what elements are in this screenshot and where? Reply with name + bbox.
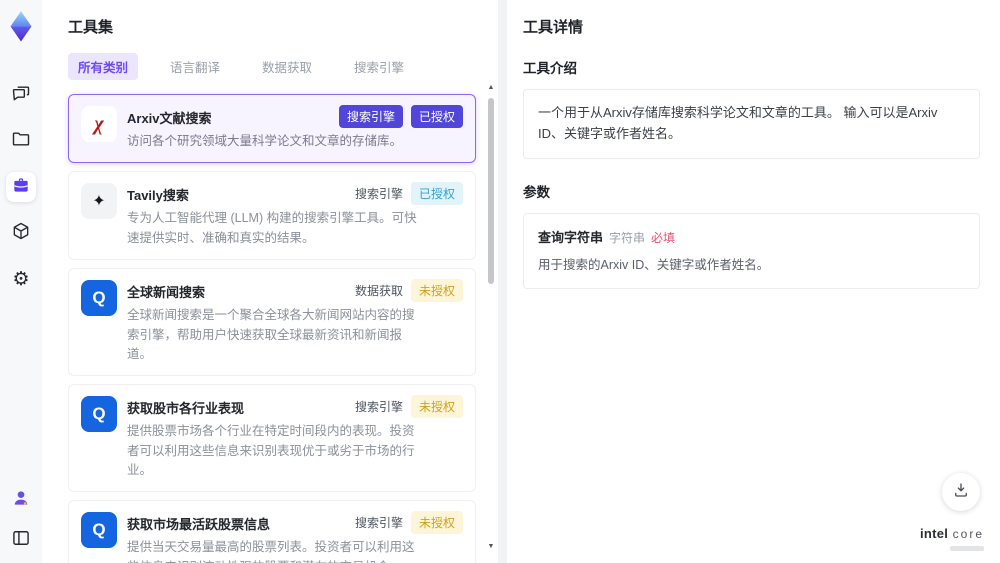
param-row: 查询字符串 字符串 必填 用于搜索的Arxiv ID、关键字或作者姓名。 bbox=[538, 227, 965, 275]
gear-icon: ⚙ bbox=[12, 268, 30, 290]
tool-list-panel: 工具集 所有类别 语言翻译 数据获取 搜索引擎 χ Arxiv文献搜索 访问各个研究领… bbox=[42, 0, 498, 563]
list-scrollbar[interactable]: ▲ ▼ bbox=[486, 84, 496, 556]
tool-auth-badge: 已授权 bbox=[410, 105, 463, 128]
intro-card: 一个用于从Arxiv存储库搜索科学论文和文章的工具。 输入可以是Arxiv ID… bbox=[523, 89, 980, 159]
tool-category-badge: 搜索引擎 bbox=[338, 105, 403, 128]
panel-layout-icon bbox=[11, 528, 31, 553]
intro-text: 一个用于从Arxiv存储库搜索科学论文和文章的工具。 输入可以是Arxiv ID… bbox=[538, 105, 938, 141]
briefcase-icon bbox=[11, 175, 31, 200]
params-card: 查询字符串 字符串 必填 用于搜索的Arxiv ID、关键字或作者姓名。 bbox=[523, 212, 980, 289]
tool-description: 访问各个研究领域大量科学论文和文章的存储库。 bbox=[127, 134, 403, 148]
sidebar-item-settings[interactable]: ⚙ bbox=[6, 264, 36, 294]
tool-description: 提供当天交易量最高的股票列表。投资者可以利用这些信息来识别流动性强的股票和潜在的… bbox=[127, 540, 415, 563]
tool-category-badge: 搜索引擎 bbox=[354, 400, 403, 415]
user-icon bbox=[11, 488, 31, 513]
tool-icon: Q bbox=[81, 512, 117, 549]
download-button[interactable] bbox=[942, 473, 980, 511]
param-type: 字符串 bbox=[609, 230, 646, 245]
brand-intel-text: intel bbox=[919, 526, 949, 542]
param-name: 查询字符串 bbox=[538, 229, 604, 245]
sidebar-item-models[interactable] bbox=[6, 218, 36, 248]
page-title: 工具集 bbox=[68, 19, 114, 36]
brand-badge-bar bbox=[950, 546, 984, 551]
nav-rail: ⚙ bbox=[0, 0, 42, 563]
tool-category-badge: 数据获取 bbox=[354, 284, 403, 299]
scroll-up-arrow-icon[interactable]: ▲ bbox=[486, 84, 496, 91]
app-logo-icon bbox=[7, 10, 35, 42]
intro-heading: 工具介绍 bbox=[523, 61, 577, 76]
tool-icon: χ bbox=[81, 106, 117, 142]
category-tab[interactable]: 语言翻译 bbox=[160, 53, 230, 80]
category-tabs: 所有类别 语言翻译 数据获取 搜索引擎 bbox=[68, 53, 484, 80]
sidebar-item-tools[interactable] bbox=[6, 172, 36, 202]
app-window: ⚙ 工具集 所有类别 语言翻译 数据获取 搜索引擎 χ Arxiv文献搜索 访问… bbox=[0, 0, 1000, 563]
tool-card[interactable]: Q 获取市场最活跃股票信息 提供当天交易量最高的股票列表。投资者可以利用这些信息… bbox=[68, 500, 476, 563]
detail-title: 工具详情 bbox=[523, 19, 584, 36]
tool-icon: Q bbox=[81, 396, 117, 433]
tool-category-badge: 搜索引擎 bbox=[354, 187, 403, 202]
tool-description: 提供股票市场各个行业在特定时间段内的表现。投资者可以利用这些信息来识别表现优于或… bbox=[127, 424, 415, 477]
tool-badges: 搜索引擎 未授权 bbox=[354, 511, 463, 535]
sidebar-item-files[interactable] bbox=[6, 126, 36, 156]
tool-list: χ Arxiv文献搜索 访问各个研究领域大量科学论文和文章的存储库。 搜索引擎 … bbox=[68, 94, 484, 563]
intel-core-logo: intel core bbox=[920, 525, 984, 551]
param-list: 查询字符串 字符串 必填 用于搜索的Arxiv ID、关键字或作者姓名。 bbox=[538, 227, 965, 275]
param-description: 用于搜索的Arxiv ID、关键字或作者姓名。 bbox=[538, 257, 770, 272]
brand-core-text: core bbox=[952, 527, 984, 542]
tool-description: 全球新闻搜索是一个聚合全球各大新闻网站内容的搜索引擎，帮助用户快速获取全球最新资… bbox=[127, 308, 415, 361]
params-heading: 参数 bbox=[523, 184, 550, 200]
folder-icon bbox=[11, 129, 31, 154]
scroll-down-arrow-icon[interactable]: ▼ bbox=[486, 543, 496, 550]
tool-badges: 搜索引擎 已授权 bbox=[338, 105, 463, 128]
tool-auth-badge: 未授权 bbox=[410, 511, 463, 535]
tool-card[interactable]: ✦ Tavily搜索 专为人工智能代理 (LLM) 构建的搜索引擎工具。可快速提… bbox=[68, 171, 476, 261]
tool-detail-panel: 工具详情 工具介绍 一个用于从Arxiv存储库搜索科学论文和文章的工具。 输入可… bbox=[507, 0, 1000, 563]
tool-badges: 搜索引擎 已授权 bbox=[354, 182, 463, 206]
scrollbar-thumb[interactable] bbox=[488, 98, 494, 284]
tool-auth-badge: 未授权 bbox=[410, 395, 463, 419]
tool-badges: 数据获取 未授权 bbox=[354, 279, 463, 303]
nav-rail-bottom bbox=[0, 485, 42, 555]
sidebar-item-collapse[interactable] bbox=[6, 525, 36, 555]
download-icon bbox=[952, 481, 970, 504]
cube-icon bbox=[11, 221, 31, 246]
tool-icon: Q bbox=[81, 280, 117, 317]
tool-auth-badge: 已授权 bbox=[410, 182, 463, 206]
category-tab[interactable]: 所有类别 bbox=[68, 53, 139, 80]
sidebar-item-chat[interactable] bbox=[6, 80, 36, 110]
tool-card[interactable]: χ Arxiv文献搜索 访问各个研究领域大量科学论文和文章的存储库。 搜索引擎 … bbox=[68, 94, 476, 164]
sidebar-item-account[interactable] bbox=[6, 485, 36, 515]
category-tab[interactable]: 数据获取 bbox=[252, 53, 322, 80]
tool-auth-badge: 未授权 bbox=[410, 279, 463, 303]
tool-card[interactable]: Q 获取股市各行业表现 提供股票市场各个行业在特定时间段内的表现。投资者可以利用… bbox=[68, 384, 476, 493]
param-required-badge: 必填 bbox=[651, 230, 676, 245]
tool-category-badge: 搜索引擎 bbox=[354, 516, 403, 531]
tool-badges: 搜索引擎 未授权 bbox=[354, 395, 463, 419]
tool-card[interactable]: Q 全球新闻搜索 全球新闻搜索是一个聚合全球各大新闻网站内容的搜索引擎，帮助用户… bbox=[68, 268, 476, 377]
tool-description: 专为人工智能代理 (LLM) 构建的搜索引擎工具。可快速提供实时、准确和真实的结… bbox=[127, 211, 417, 245]
tool-icon: ✦ bbox=[81, 183, 117, 220]
category-tab[interactable]: 搜索引擎 bbox=[344, 53, 414, 80]
panel-divider bbox=[498, 0, 507, 563]
chat-icon bbox=[11, 83, 31, 108]
